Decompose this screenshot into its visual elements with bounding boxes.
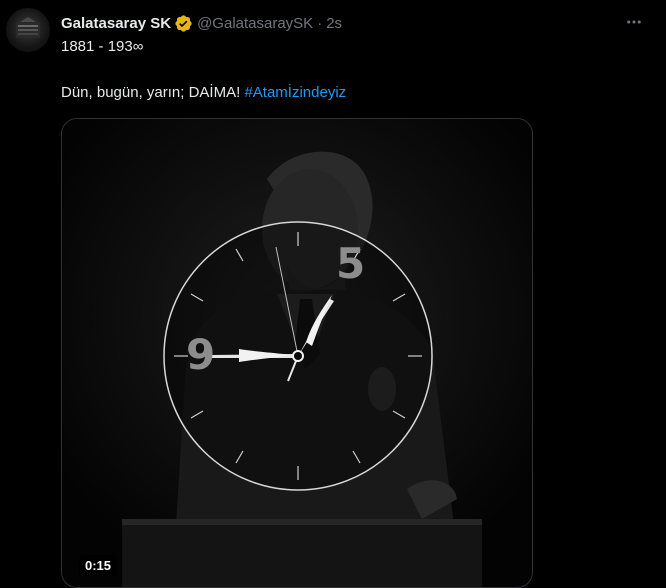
author-name[interactable]: Galatasaray SK: [61, 15, 171, 32]
tweet-header: Galatasaray SK @GalatasaraySK · 2s: [61, 12, 342, 34]
club-logo-icon: [16, 17, 40, 38]
video-media[interactable]: 5 9 0:15: [61, 118, 533, 588]
tweet-text-body: Dün, bugün, yarın; DAİMA!: [61, 84, 241, 101]
tweet-timestamp[interactable]: 2s: [326, 15, 342, 32]
clock-numeral-9: 9: [186, 330, 216, 379]
video-frame: [62, 119, 532, 587]
video-duration-badge: 0:15: [79, 555, 118, 576]
more-dots-icon: [627, 20, 641, 24]
hashtag-link[interactable]: #Atamİzindeyiz: [244, 84, 346, 101]
author-avatar[interactable]: [6, 8, 50, 52]
verified-badge-icon: [175, 14, 192, 32]
tweet-text-line2: Dün, bugün, yarın; DAİMA! #Atamİzindeyiz: [61, 84, 346, 101]
header-separator: ·: [317, 14, 323, 32]
clock-numeral-5: 5: [336, 239, 366, 288]
more-options-button[interactable]: [620, 10, 648, 34]
tweet-text-line1: 1881 - 193∞: [61, 38, 144, 55]
author-handle[interactable]: @GalatasaraySK: [197, 15, 313, 32]
